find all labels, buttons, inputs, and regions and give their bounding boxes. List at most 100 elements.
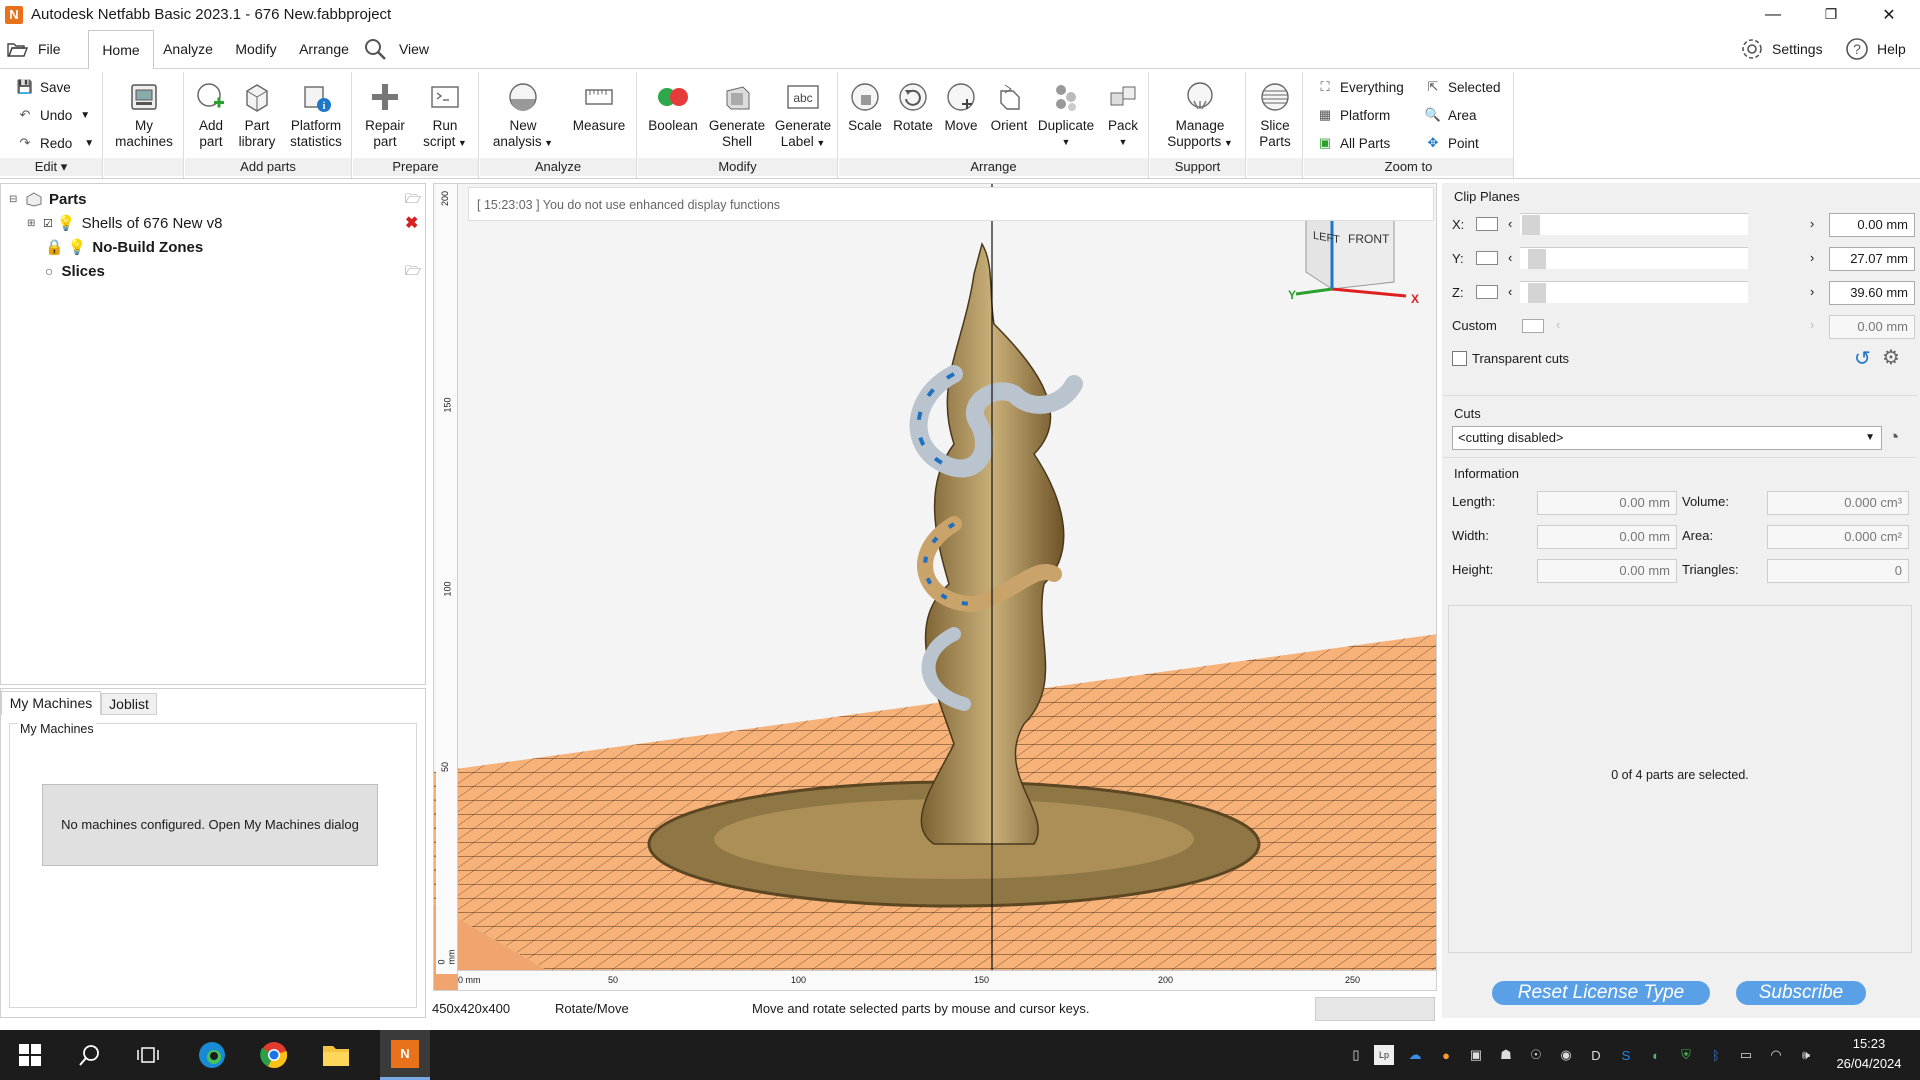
tray-globe-icon[interactable]: ◐ — [1646, 1045, 1666, 1065]
minimize-button[interactable]: — — [1744, 0, 1802, 29]
tray-app-icon[interactable]: Lp — [1374, 1045, 1394, 1065]
clip-y-left-arrow[interactable]: ‹ — [1508, 250, 1512, 265]
clock-time[interactable]: 15:23 — [1834, 1036, 1904, 1051]
visibility-bulb-icon[interactable]: 💡 — [57, 214, 76, 232]
help-button[interactable]: ? Help — [1845, 29, 1915, 69]
clock-date[interactable]: 26/04/2024 — [1826, 1056, 1912, 1071]
clip-y-toggle[interactable] — [1476, 251, 1498, 265]
edit-group-label[interactable]: Edit ▾ — [0, 158, 102, 176]
undo-button[interactable]: ↶ Undo ▼ — [16, 104, 91, 126]
clip-z-thumb[interactable] — [1528, 283, 1546, 303]
taskbar-search-icon[interactable] — [72, 1037, 108, 1073]
clip-custom-toggle[interactable] — [1522, 319, 1544, 333]
clip-y-input[interactable]: 27.07 mm — [1829, 247, 1915, 271]
tab-modify[interactable]: Modify — [228, 29, 284, 69]
clip-x-right-arrow[interactable]: › — [1810, 216, 1814, 231]
measure-button[interactable]: Measure — [568, 80, 630, 134]
redo-dropdown-icon[interactable]: ▼ — [84, 138, 94, 149]
3d-viewport[interactable]: [ 15:23:03 ] You do not use enhanced dis… — [433, 183, 1437, 991]
tab-analyze[interactable]: Analyze — [160, 29, 216, 69]
zoom-area-button[interactable]: 🔍 Area — [1424, 104, 1477, 126]
generate-label-button[interactable]: abc Generate Label ▼ — [772, 80, 834, 151]
task-view-icon[interactable] — [130, 1037, 166, 1073]
tree-item-shells[interactable]: ⊞ ☑ 💡 Shells of 676 New v8 — [27, 212, 222, 234]
part-library-button[interactable]: Part library — [235, 80, 279, 150]
zoom-point-button[interactable]: ✥ Point — [1424, 132, 1479, 154]
scale-button[interactable]: Scale — [843, 80, 887, 134]
tray-orange-icon[interactable]: ● — [1436, 1045, 1456, 1065]
bluetooth-icon[interactable]: ᛒ — [1706, 1045, 1726, 1065]
zoom-platform-button[interactable]: ▦ Platform — [1316, 104, 1390, 126]
undo-dropdown-icon[interactable]: ▼ — [80, 110, 90, 121]
clip-x-slider[interactable] — [1520, 213, 1748, 235]
open-slices-folder-icon[interactable]: 🗁 — [405, 262, 421, 284]
tab-home[interactable]: Home — [88, 30, 154, 70]
search-button[interactable] — [360, 29, 390, 69]
clip-y-thumb[interactable] — [1528, 249, 1546, 269]
cut-preview-icon[interactable]: ◔ — [1888, 427, 1899, 449]
my-machines-button[interactable]: My machines — [112, 80, 176, 150]
tree-item-parts[interactable]: ⊟ Parts — [9, 188, 87, 210]
wifi-icon[interactable]: ◠ — [1766, 1045, 1786, 1065]
battery-icon[interactable]: ▭ — [1736, 1045, 1756, 1065]
tray-people-icon[interactable]: ☗ — [1496, 1045, 1516, 1065]
rotate-button[interactable]: Rotate — [891, 80, 935, 134]
tab-view[interactable]: View — [396, 29, 432, 69]
settings-button[interactable]: Settings — [1740, 29, 1840, 69]
reset-license-button[interactable]: Reset License Type — [1492, 981, 1710, 1005]
volume-icon[interactable]: 🕪 — [1796, 1045, 1816, 1065]
save-button[interactable]: 💾 Save — [16, 76, 71, 98]
remove-part-icon[interactable]: ✖ — [405, 213, 418, 233]
tray-shield-icon[interactable]: ⛨ — [1676, 1045, 1696, 1065]
clip-z-toggle[interactable] — [1476, 285, 1498, 299]
add-part-button[interactable]: Add part — [189, 80, 233, 150]
pack-button[interactable]: Pack ▼ — [1101, 80, 1145, 150]
generate-shell-button[interactable]: Generate Shell — [706, 80, 768, 150]
clip-x-thumb[interactable] — [1522, 215, 1540, 235]
netfabb-taskbar-icon[interactable]: N — [380, 1030, 430, 1080]
redo-button[interactable]: ↷ Redo ▼ — [16, 132, 95, 154]
clip-x-toggle[interactable] — [1476, 217, 1498, 231]
file-explorer-icon[interactable] — [318, 1037, 354, 1073]
part-checkbox-icon[interactable]: ☑ — [43, 217, 53, 230]
clip-z-slider[interactable] — [1520, 281, 1748, 303]
clip-x-left-arrow[interactable]: ‹ — [1508, 216, 1512, 231]
tray-device-icon[interactable]: ▯ — [1346, 1045, 1366, 1065]
clip-y-right-arrow[interactable]: › — [1810, 250, 1814, 265]
open-parts-folder-icon[interactable]: 🗁 — [405, 190, 421, 212]
cuts-dropdown[interactable]: <cutting disabled> ▼ — [1452, 426, 1882, 450]
manage-supports-button[interactable]: Manage Supports ▼ — [1160, 80, 1240, 151]
scene-canvas[interactable] — [434, 184, 1437, 991]
onedrive-icon[interactable]: ☁ — [1405, 1045, 1425, 1065]
tray-cloud-icon[interactable]: ☉ — [1526, 1045, 1546, 1065]
slice-parts-button[interactable]: Slice Parts — [1251, 80, 1299, 150]
tree-item-no-build-zones[interactable]: 🔒 💡 No-Build Zones — [45, 236, 203, 258]
tray-steam-icon[interactable]: ◉ — [1556, 1045, 1576, 1065]
expand-icon[interactable]: ⊞ — [27, 218, 39, 229]
tab-joblist[interactable]: Joblist — [101, 693, 157, 715]
boolean-button[interactable]: Boolean — [644, 80, 702, 134]
clip-settings-gear-icon[interactable]: ⚙ — [1882, 345, 1900, 370]
clip-z-input[interactable]: 39.60 mm — [1829, 281, 1915, 305]
open-my-machines-button[interactable]: No machines configured. Open My Machines… — [42, 784, 378, 866]
clip-z-right-arrow[interactable]: › — [1810, 284, 1814, 299]
run-script-button[interactable]: Run script ▼ — [415, 80, 475, 151]
tray-s-icon[interactable]: S — [1616, 1045, 1636, 1065]
zoom-all-parts-button[interactable]: ▣ All Parts — [1316, 132, 1390, 154]
tree-item-slices[interactable]: ○ Slices — [45, 260, 105, 282]
orient-button[interactable]: Orient — [987, 80, 1031, 134]
windows-start-icon[interactable] — [12, 1037, 48, 1073]
zoom-everything-button[interactable]: ⛶ Everything — [1316, 76, 1403, 98]
close-button[interactable]: ✕ — [1860, 0, 1918, 29]
tray-image-icon[interactable]: ▣ — [1466, 1045, 1486, 1065]
zoom-selected-button[interactable]: ⇱ Selected — [1424, 76, 1501, 98]
tab-arrange[interactable]: Arrange — [294, 29, 354, 69]
reset-clip-icon[interactable]: ↺ — [1854, 346, 1871, 371]
restore-button[interactable]: ❐ — [1802, 0, 1860, 29]
file-menu[interactable]: File — [6, 29, 76, 69]
duplicate-dropdown-icon[interactable]: ▼ — [1035, 134, 1097, 150]
tab-my-machines[interactable]: My Machines — [1, 691, 101, 715]
platform-statistics-button[interactable]: i Platform statistics — [281, 80, 351, 150]
duplicate-button[interactable]: Duplicate ▼ — [1035, 80, 1097, 150]
move-button[interactable]: Move — [939, 80, 983, 134]
